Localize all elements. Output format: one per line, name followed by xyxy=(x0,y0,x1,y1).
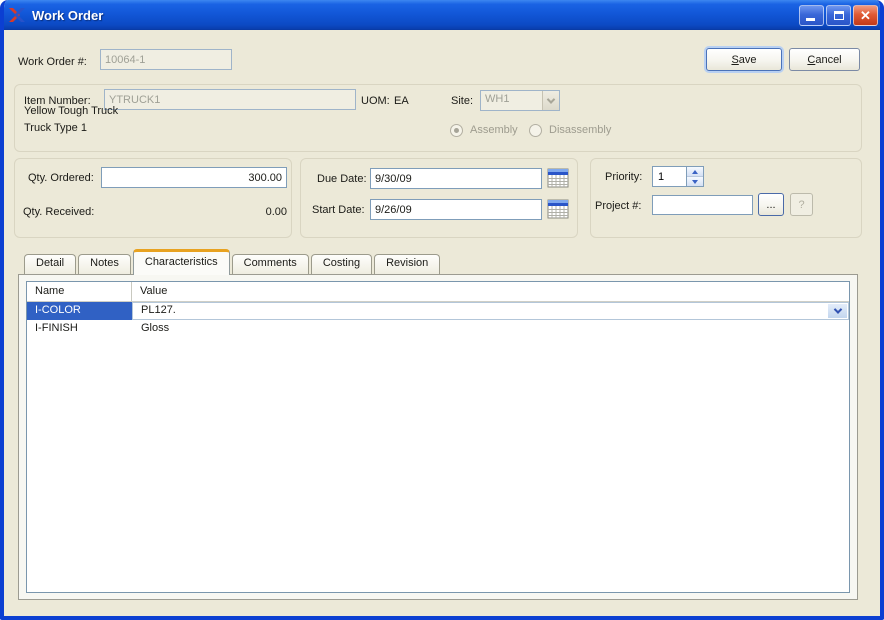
due-date-calendar-button[interactable] xyxy=(547,168,569,188)
qty-received-value: 0.00 xyxy=(184,202,287,222)
value-dropdown-button[interactable] xyxy=(828,304,847,318)
column-header-name[interactable]: Name xyxy=(27,282,132,301)
uom-label: UOM: xyxy=(361,91,390,111)
characteristics-table: Name Value I-COLOR PL127. I-FINISH Gloss xyxy=(26,281,850,593)
tab-notes[interactable]: Notes xyxy=(78,254,131,275)
characteristic-name-cell[interactable]: I-COLOR xyxy=(27,302,132,320)
start-date-field[interactable] xyxy=(370,199,542,220)
calendar-icon xyxy=(547,199,569,219)
item-description-line2: Truck Type 1 xyxy=(24,121,87,136)
work-order-number-field xyxy=(100,49,232,70)
cancel-button[interactable]: Cancel xyxy=(789,48,860,71)
minimize-button[interactable] xyxy=(799,5,824,26)
item-description-line1: Yellow Tough Truck xyxy=(24,104,118,119)
column-header-value[interactable]: Value xyxy=(132,282,849,301)
minimize-icon xyxy=(806,18,815,21)
maximize-icon xyxy=(834,11,844,20)
project-browse-button[interactable]: ... xyxy=(758,193,784,216)
due-date-label: Due Date: xyxy=(317,169,367,189)
characteristic-value-editor[interactable]: PL127. xyxy=(132,302,849,320)
save-button[interactable]: Save xyxy=(706,48,782,71)
titlebar[interactable]: Work Order ✕ xyxy=(0,0,884,30)
tab-revision[interactable]: Revision xyxy=(374,254,440,275)
priority-field[interactable] xyxy=(652,166,686,187)
due-date-field[interactable] xyxy=(370,168,542,189)
characteristic-name-cell[interactable]: I-FINISH xyxy=(27,320,132,338)
priority-stepper[interactable] xyxy=(652,166,704,187)
table-header-row: Name Value xyxy=(27,282,849,302)
site-label: Site: xyxy=(451,91,473,111)
arrow-up-icon xyxy=(692,170,698,174)
disassembly-radio-label: Disassembly xyxy=(549,120,611,140)
table-row[interactable]: I-FINISH Gloss xyxy=(27,320,849,338)
characteristic-value-text: Gloss xyxy=(141,322,169,334)
characteristics-tab-page: Name Value I-COLOR PL127. I-FINISH Gloss xyxy=(18,274,858,600)
assembly-radio-label: Assembly xyxy=(470,120,518,140)
calendar-icon xyxy=(547,168,569,188)
app-logo-icon xyxy=(8,7,26,23)
disassembly-radio xyxy=(529,124,542,137)
arrow-down-icon xyxy=(692,180,698,184)
work-order-window: Work Order ✕ Work Order #: Save Cancel I… xyxy=(0,0,884,620)
priority-label: Priority: xyxy=(605,167,642,187)
item-number-field xyxy=(104,89,356,110)
chevron-down-icon xyxy=(547,95,555,103)
tab-strip: Detail Notes Characteristics Comments Co… xyxy=(24,249,442,275)
work-order-number-label: Work Order #: xyxy=(18,52,87,72)
qty-ordered-field[interactable] xyxy=(101,167,287,188)
characteristic-value-cell[interactable]: Gloss xyxy=(132,320,849,338)
tab-comments[interactable]: Comments xyxy=(232,254,309,275)
qty-received-label: Qty. Received: xyxy=(23,202,94,222)
client-area: Work Order #: Save Cancel Item Number: U… xyxy=(4,30,880,616)
start-date-label: Start Date: xyxy=(312,200,365,220)
maximize-button[interactable] xyxy=(826,5,851,26)
tab-detail[interactable]: Detail xyxy=(24,254,76,275)
site-value: WH1 xyxy=(481,91,542,110)
window-controls: ✕ xyxy=(799,5,878,26)
tab-characteristics[interactable]: Characteristics xyxy=(133,249,230,275)
qty-ordered-label: Qty. Ordered: xyxy=(28,168,94,188)
project-number-label: Project #: xyxy=(595,196,641,216)
uom-value: EA xyxy=(394,91,409,111)
project-help-button: ? xyxy=(790,193,813,216)
start-date-calendar-button[interactable] xyxy=(547,199,569,219)
window-title: Work Order xyxy=(32,8,799,23)
assembly-radio xyxy=(450,124,463,137)
spin-up-button[interactable] xyxy=(687,167,703,177)
priority-spin-buttons xyxy=(686,166,704,187)
table-row[interactable]: I-COLOR PL127. xyxy=(27,302,849,320)
tab-costing[interactable]: Costing xyxy=(311,254,372,275)
close-icon: ✕ xyxy=(860,9,871,22)
chevron-down-icon xyxy=(833,305,841,313)
site-combobox: WH1 xyxy=(480,90,560,111)
spin-down-button[interactable] xyxy=(687,177,703,186)
site-dropdown-arrow xyxy=(542,91,559,110)
characteristic-value-text: PL127. xyxy=(141,304,176,316)
project-number-field[interactable] xyxy=(652,195,753,215)
close-button[interactable]: ✕ xyxy=(853,5,878,26)
